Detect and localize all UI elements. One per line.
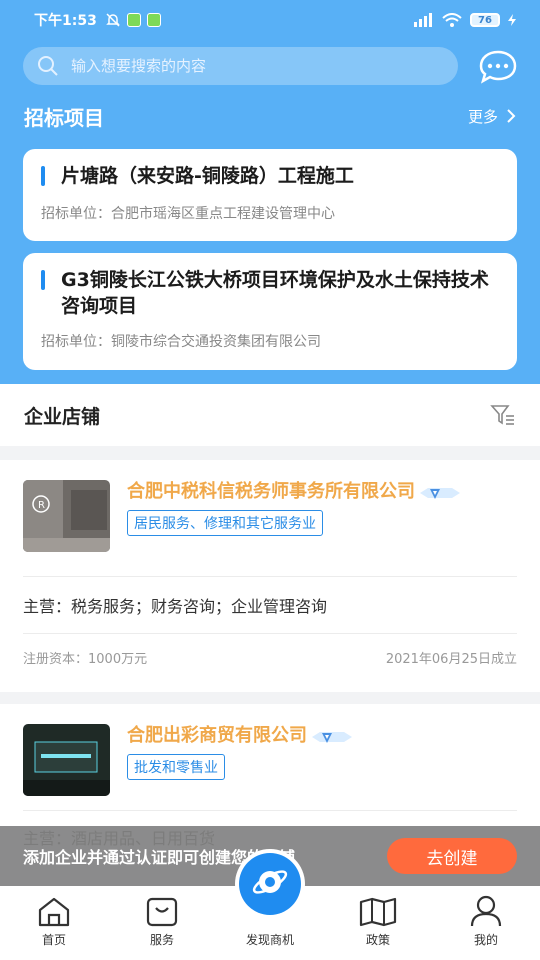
more-link[interactable]: 更多 — [468, 106, 516, 127]
tender-card[interactable]: 片塘路（来安路-铜陵路）工程施工 招标单位：合肥市瑶海区重点工程建设管理中心 — [23, 149, 517, 241]
home-icon — [38, 897, 70, 927]
tender-card[interactable]: G3铜陵长江公铁大桥项目环境保护及水土保持技术咨询项目 招标单位：铜陵市综合交通… — [23, 253, 517, 370]
tab-discover[interactable]: 发现商机 — [225, 849, 315, 948]
bag-icon — [146, 897, 178, 927]
user-icon — [470, 895, 502, 927]
message-icon[interactable] — [478, 48, 518, 86]
tab-label: 首页 — [41, 933, 66, 947]
shop-card[interactable]: R 合肥中税科信税务师事务所有限公司 居民服务、修理和其它服务业 主营：税务服务… — [0, 460, 540, 692]
tab-label: 我的 — [473, 933, 498, 947]
tender-title: G3铜陵长江公铁大桥项目环境保护及水土保持技术咨询项目 — [41, 267, 499, 319]
shop-main-business: 主营：税务服务；财务咨询；企业管理咨询 — [23, 597, 328, 616]
shop-name: 合肥出彩商贸有限公司 — [127, 725, 307, 746]
tender-unit: 招标单位：铜陵市综合交通投资集团有限公司 — [41, 334, 321, 350]
verified-badge-icon — [312, 731, 353, 743]
tender-section-title: 招标项目 — [24, 105, 104, 130]
wifi-icon — [442, 13, 462, 27]
founded-date: 2021年06月25日成立 — [385, 652, 517, 667]
shop-thumbnail: R — [23, 480, 110, 552]
tender-title: 片塘路（来安路-铜陵路）工程施工 — [41, 163, 499, 189]
status-bar: 下午1:53 76 — [34, 8, 516, 32]
bottom-tab-bar: 首页 服务 发现商机 政策 我的 — [0, 849, 540, 960]
industry-tag: 批发和零售业 — [127, 754, 225, 780]
search-input[interactable] — [71, 57, 458, 75]
tab-label: 发现商机 — [245, 933, 294, 947]
wechat-notif-icon — [126, 13, 141, 27]
signal-icon — [414, 13, 432, 27]
tab-label: 服务 — [149, 933, 174, 947]
shop-thumbnail — [23, 724, 110, 796]
tab-home[interactable]: 首页 — [9, 897, 99, 948]
tab-policy[interactable]: 政策 — [333, 897, 423, 948]
wechat-notif-icon-2 — [146, 13, 161, 27]
chevron-right-icon — [507, 109, 516, 123]
tab-mine[interactable]: 我的 — [441, 895, 531, 948]
notification-icons — [105, 12, 161, 28]
create-shop-button[interactable]: 去创建 — [387, 838, 517, 874]
shop-section-header: 企业店铺 — [0, 384, 540, 446]
book-icon — [359, 897, 397, 927]
shop-section-title: 企业店铺 — [24, 405, 101, 428]
registered-capital: 注册资本：1000万元 — [23, 652, 148, 667]
tender-section-header: 招标项目 更多 — [24, 100, 516, 132]
search-icon — [38, 56, 58, 76]
charging-icon — [508, 14, 516, 26]
more-label: 更多 — [467, 107, 498, 126]
tab-service[interactable]: 服务 — [117, 897, 207, 948]
tender-unit: 招标单位：合肥市瑶海区重点工程建设管理中心 — [41, 206, 335, 222]
svg-text:R: R — [38, 500, 45, 511]
status-time: 下午1:53 — [34, 13, 97, 29]
industry-tag: 居民服务、修理和其它服务业 — [127, 510, 323, 536]
planet-icon — [252, 870, 288, 894]
mute-bell-icon — [106, 13, 120, 27]
shop-card[interactable]: 合肥出彩商贸有限公司 批发和零售业 主营：酒店用品、日用百货 — [0, 704, 540, 848]
tab-label: 政策 — [365, 933, 390, 947]
shop-name: 合肥中税科信税务师事务所有限公司 — [127, 481, 415, 502]
search-bar[interactable] — [23, 47, 458, 85]
filter-icon[interactable] — [490, 404, 516, 426]
battery-indicator: 76 — [470, 13, 500, 27]
discover-button[interactable] — [235, 849, 305, 919]
verified-badge-icon — [420, 487, 461, 499]
